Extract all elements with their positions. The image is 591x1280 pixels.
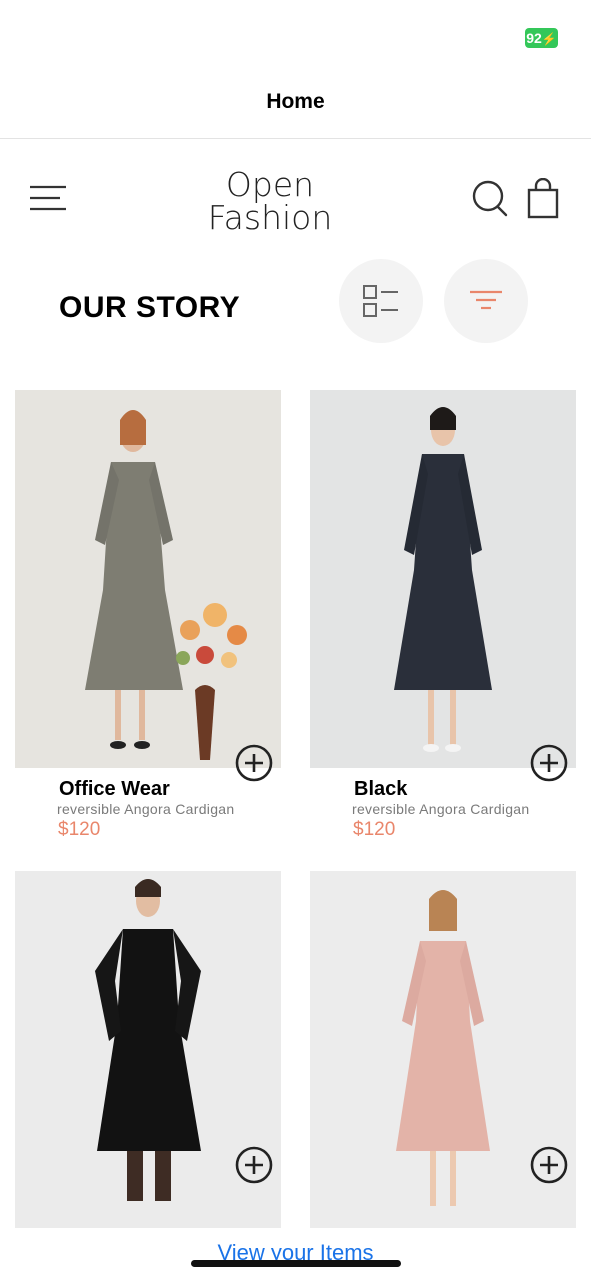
brand-logo: Open Fashion	[208, 165, 333, 236]
list-view-button[interactable]	[339, 259, 423, 343]
product-name: Black	[354, 778, 408, 800]
plus-circle-icon	[530, 744, 568, 782]
shopping-bag-icon	[527, 177, 559, 219]
dress-photo-placeholder	[310, 390, 576, 768]
search-button[interactable]	[470, 178, 510, 218]
dress-photo-placeholder	[15, 390, 281, 768]
filter-button[interactable]	[444, 259, 528, 343]
filter-icon	[470, 290, 502, 310]
hamburger-menu-icon	[30, 185, 66, 211]
product-description: reversible Angora Cardigan	[352, 801, 530, 817]
plus-circle-icon	[530, 1146, 568, 1184]
nav-title: Home	[266, 90, 325, 113]
add-to-cart-button[interactable]	[530, 744, 568, 782]
product-price: $120	[58, 819, 101, 840]
menu-button[interactable]	[28, 180, 70, 216]
product-image[interactable]	[310, 390, 576, 768]
product-price: $120	[353, 819, 396, 840]
battery-indicator: 92⚡	[525, 28, 558, 48]
product-card[interactable]	[310, 871, 576, 1228]
charging-bolt-icon: ⚡	[541, 32, 557, 46]
list-view-icon	[363, 285, 398, 317]
add-to-cart-button[interactable]	[235, 1146, 273, 1184]
add-to-cart-button[interactable]	[530, 1146, 568, 1184]
product-card[interactable]: Office Wear reversible Angora Cardigan $…	[15, 390, 281, 850]
battery-level: 92	[526, 30, 542, 46]
shopping-bag-button[interactable]	[524, 177, 562, 220]
add-to-cart-button[interactable]	[235, 744, 273, 782]
product-name: Office Wear	[59, 778, 170, 800]
plus-circle-icon	[235, 744, 273, 782]
section-title: OUR STORY	[59, 291, 241, 324]
home-indicator[interactable]	[191, 1260, 401, 1267]
search-icon	[472, 180, 508, 217]
product-description: reversible Angora Cardigan	[57, 801, 235, 817]
nav-divider	[0, 138, 591, 139]
product-image[interactable]	[15, 390, 281, 768]
product-card[interactable]	[15, 871, 281, 1228]
product-card[interactable]: Black reversible Angora Cardigan $120	[310, 390, 576, 850]
logo-line2: Fashion	[208, 198, 333, 236]
plus-circle-icon	[235, 1146, 273, 1184]
